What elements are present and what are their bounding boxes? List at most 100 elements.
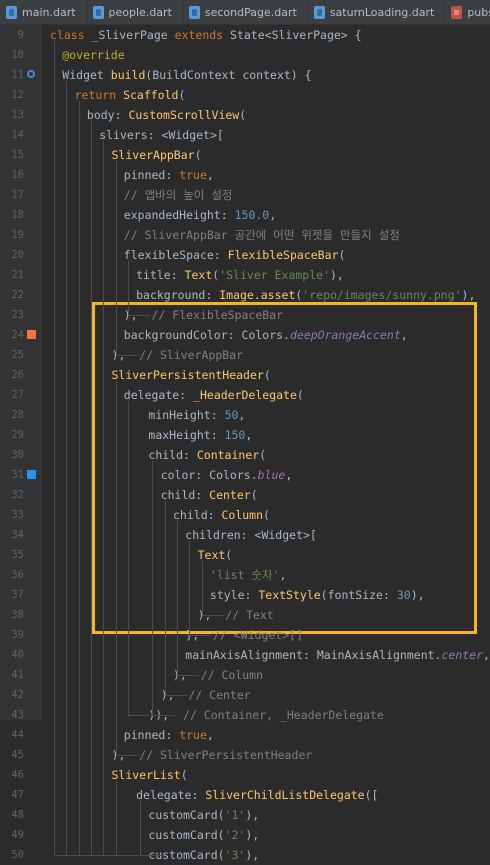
code-token: '3'	[224, 848, 246, 862]
code-token: SliverPersistentHeader	[111, 368, 264, 382]
code-line: 43)), // Container, _HeaderDelegate	[0, 705, 490, 725]
code-text: maxHeight: 150,	[148, 425, 252, 445]
code-text: Widget build(BuildContext context) {	[62, 65, 311, 85]
indent-guide	[140, 801, 142, 855]
code-text: class _SliverPage extends State<SliverPa…	[50, 25, 362, 45]
indent-guide	[115, 755, 138, 756]
code-token: ,	[206, 728, 214, 742]
code-token: color: Colors.	[160, 468, 258, 482]
code-token: Center	[209, 488, 251, 502]
code-token: backgroundColor: Colors.	[123, 328, 290, 342]
code-token: State<SliverPage> {	[230, 28, 362, 42]
code-token: // FlexibleSpaceBar	[151, 308, 284, 322]
code-token: title:	[136, 268, 185, 282]
code-text: child: Column(	[173, 505, 270, 525]
code-token: // SliverAppBar	[139, 348, 244, 362]
code-text: SliverAppBar(	[112, 145, 202, 165]
tab-saturnloading-dart[interactable]: saturnLoading.dart	[308, 0, 446, 24]
code-line: 33 child: Column(	[0, 505, 490, 525]
code-line: 28 minHeight: 50,	[0, 405, 490, 425]
color-swatch-icon[interactable]	[27, 330, 36, 339]
code-token: (	[250, 488, 258, 502]
tab-pubspec-yaml[interactable]: pubspec.yaml	[445, 0, 490, 24]
code-token: // Column	[200, 668, 264, 682]
code-token: TextStyle	[258, 588, 321, 602]
code-token: // Center	[188, 688, 251, 702]
code-text: background: Image.asset('repo/images/sun…	[136, 285, 475, 305]
code-line: 47 delegate: SliverChildListDelegate([	[0, 785, 490, 805]
code-token: deepOrangeAccent	[289, 328, 401, 342]
code-text: pinned: true,	[124, 725, 214, 745]
code-token: Text	[197, 548, 226, 562]
line-number: 30	[11, 449, 24, 461]
code-token: (	[178, 88, 186, 102]
code-text: return Scaffold(	[75, 85, 186, 105]
indent-guide	[164, 695, 187, 696]
code-token: slivers: <Widget>[	[99, 128, 224, 142]
code-text: customCard('1'),	[148, 805, 259, 825]
line-number: 28	[11, 409, 24, 421]
code-token: ,	[245, 428, 253, 442]
code-token: ,	[269, 208, 277, 222]
code-line: 45), // SliverPersistentHeader	[0, 745, 490, 765]
indent-guide	[127, 715, 150, 716]
code-text: delegate: SliverChildListDelegate([	[136, 785, 378, 805]
code-token: 30	[396, 588, 411, 602]
code-token: ),	[245, 828, 260, 842]
line-number: 50	[11, 849, 24, 861]
code-line: 12 return Scaffold(	[0, 85, 490, 105]
code-line: 17 // 앱바의 높이 설정	[0, 185, 490, 205]
line-number: 22	[11, 289, 24, 301]
tab-main-dart[interactable]: main.dart	[0, 0, 87, 24]
code-token: (	[180, 768, 188, 782]
code-token: return	[74, 88, 124, 102]
line-number: 40	[11, 649, 24, 661]
code-line: 10 @override	[0, 45, 490, 65]
tab-people-dart[interactable]: people.dart	[87, 0, 183, 24]
code-token: (	[263, 368, 271, 382]
code-line: 19 // SliverAppBar 공간에 어떤 위젯을 만들지 설정	[0, 225, 490, 245]
indent-guide	[115, 781, 117, 855]
indent-guide	[189, 541, 191, 635]
line-number: 37	[11, 589, 24, 601]
code-line: 31 color: Colors.blue,	[0, 465, 490, 485]
indent-guide	[140, 855, 163, 856]
code-line: 40 mainAxisAlignment: MainAxisAlignment.c…	[0, 645, 490, 665]
color-swatch-icon[interactable]	[27, 470, 36, 479]
code-token: // SliverPersistentHeader	[139, 748, 313, 762]
tab-secondpage-dart[interactable]: secondPage.dart	[183, 0, 308, 24]
code-line: 49 customCard('2'),	[0, 825, 490, 845]
code-line: 21 title: Text('Sliver Example'),	[0, 265, 490, 285]
tab-label: pubspec.yaml	[467, 5, 490, 19]
line-number: 9	[17, 29, 24, 41]
code-token: (BuildContext context) {	[145, 68, 312, 82]
code-text: // SliverAppBar 공간에 어떤 위젯을 만들지 설정	[124, 225, 400, 245]
override-icon[interactable]	[27, 70, 35, 78]
code-token: (	[296, 388, 304, 402]
code-line: 46 SliverList(	[0, 765, 490, 785]
code-token: // SliverAppBar 공간에 어떤 위젯을 만들지 설정	[123, 228, 400, 242]
code-token: Scaffold	[123, 88, 179, 102]
code-text: mainAxisAlignment: MainAxisAlignment.cen…	[185, 645, 490, 665]
editor-tab-bar: main.dart people.dart secondPage.dart satur…	[0, 0, 490, 25]
code-line: 29 maxHeight: 150,	[0, 425, 490, 445]
code-text: backgroundColor: Colors.deepOrangeAccent…	[124, 325, 408, 345]
code-text: flexibleSpace: FlexibleSpaceBar(	[124, 245, 346, 265]
code-token: 150	[224, 428, 246, 442]
code-token: (fontSize:	[320, 588, 397, 602]
code-token: ,	[279, 568, 287, 582]
indent-guide	[66, 81, 68, 855]
code-token: SliverAppBar	[111, 148, 195, 162]
code-text: expandedHeight: 150.0,	[124, 205, 276, 225]
line-number: 15	[11, 149, 24, 161]
line-number: 23	[11, 309, 24, 321]
code-text: // 앱바의 높이 설정	[124, 185, 233, 205]
code-text: delegate: _HeaderDelegate(	[124, 385, 304, 405]
line-number: 13	[11, 109, 24, 121]
code-token: delegate:	[136, 788, 206, 802]
code-text: SliverList(	[112, 765, 188, 785]
code-token: ),	[245, 848, 260, 862]
code-text: @override	[62, 45, 124, 65]
code-line: 11 Widget build(BuildContext context) {	[0, 65, 490, 85]
indent-guide	[201, 561, 203, 615]
